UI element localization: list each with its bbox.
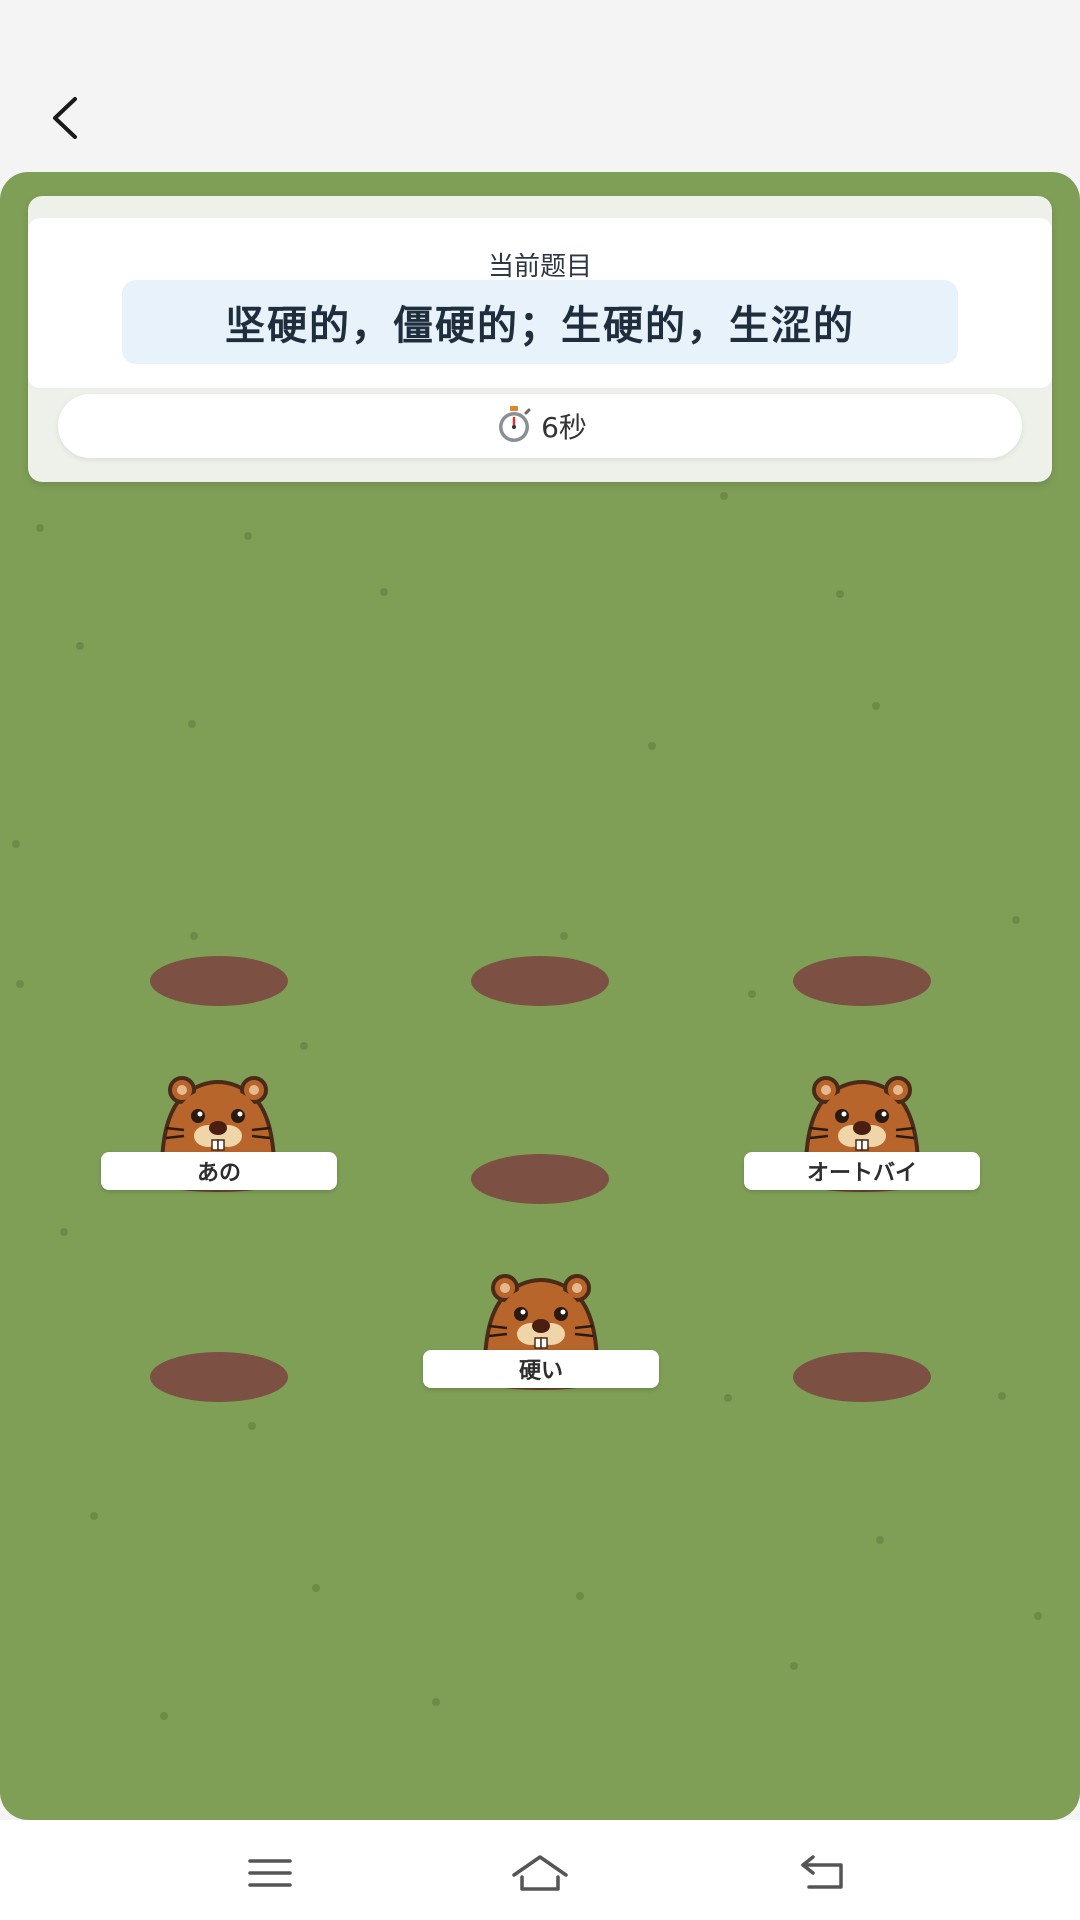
- grass-speck: [1034, 1612, 1042, 1620]
- question-text-box: 坚硬的，僵硬的；生硬的，生涩的: [122, 280, 958, 364]
- back-button[interactable]: [30, 80, 100, 160]
- top-bar: [0, 0, 1080, 172]
- chevron-left-icon: [45, 93, 85, 147]
- grass-speck: [872, 702, 880, 710]
- grass-speck: [36, 524, 44, 532]
- grass-speck: [790, 1662, 798, 1670]
- back-arrow-icon: [797, 1853, 851, 1897]
- menu-icon: [246, 1856, 294, 1894]
- grass-speck: [188, 720, 196, 728]
- grass-speck: [560, 932, 568, 940]
- grass-speck: [836, 590, 844, 598]
- grass-speck: [160, 1712, 168, 1720]
- question-label: 当前题目: [487, 252, 592, 282]
- stopwatch-icon: [493, 403, 535, 449]
- nav-home-button[interactable]: [500, 1840, 580, 1910]
- empty-hole[interactable]: [150, 1352, 288, 1402]
- grass-speck: [60, 1228, 68, 1236]
- grass-speck: [998, 1392, 1006, 1400]
- grass-speck: [576, 1592, 584, 1600]
- grass-speck: [1012, 916, 1020, 924]
- system-nav-bar: [0, 1820, 1080, 1920]
- grass-speck: [876, 1536, 884, 1544]
- grass-speck: [16, 980, 24, 988]
- grass-speck: [720, 492, 728, 500]
- grass-speck: [300, 1042, 308, 1050]
- grass-speck: [432, 1698, 440, 1706]
- grass-speck: [724, 1394, 732, 1402]
- grass-speck: [380, 588, 388, 596]
- grass-speck: [248, 1422, 256, 1430]
- question-panel: 当前题目 坚硬的，僵硬的；生硬的，生涩的: [28, 218, 1052, 388]
- empty-hole[interactable]: [793, 956, 931, 1006]
- grass-speck: [312, 1584, 320, 1592]
- question-card: 当前题目 坚硬的，僵硬的；生硬的，生涩的 6秒: [28, 196, 1052, 482]
- mole-word-button[interactable]: 硬い: [423, 1350, 659, 1388]
- question-text: 坚硬的，僵硬的；生硬的，生涩的: [225, 303, 855, 349]
- game-field: 当前题目 坚硬的，僵硬的；生硬的，生涩的 6秒 あの オートバイ 硬い: [0, 172, 1080, 1820]
- grass-speck: [648, 742, 656, 750]
- empty-hole[interactable]: [793, 1352, 931, 1402]
- empty-hole[interactable]: [471, 1154, 609, 1204]
- nav-menu-button[interactable]: [230, 1840, 310, 1910]
- mole-word-button[interactable]: オートバイ: [744, 1152, 980, 1190]
- mole-word-button[interactable]: あの: [101, 1152, 337, 1190]
- grass-speck: [748, 990, 756, 998]
- empty-hole[interactable]: [471, 956, 609, 1006]
- grass-speck: [244, 532, 252, 540]
- grass-speck: [190, 932, 198, 940]
- timer-value: 6秒: [541, 411, 587, 444]
- grass-speck: [90, 1512, 98, 1520]
- empty-hole[interactable]: [150, 956, 288, 1006]
- nav-back-button[interactable]: [784, 1840, 864, 1910]
- timer-pill: 6秒: [58, 394, 1022, 458]
- grass-speck: [12, 840, 20, 848]
- grass-speck: [76, 642, 84, 650]
- home-icon: [510, 1853, 570, 1897]
